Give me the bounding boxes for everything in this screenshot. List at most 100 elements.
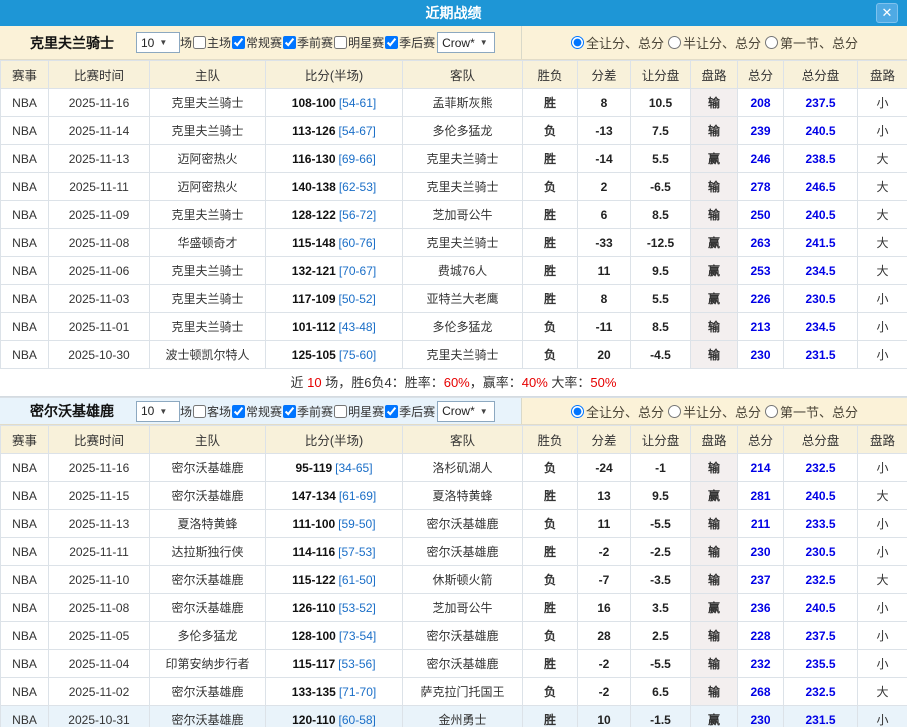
cell-home-team: 密尔沃基雄鹿 bbox=[150, 594, 266, 622]
filter-checkbox-item[interactable]: 明星赛 bbox=[333, 403, 384, 420]
cell-over-under: 小 bbox=[858, 313, 907, 341]
results-table: 赛事比赛时间主队比分(半场)客队胜负分差让分盘盘路总分总分盘盘路 NBA2025… bbox=[0, 425, 907, 727]
filter-checkbox[interactable] bbox=[283, 36, 296, 49]
filter-checkbox[interactable] bbox=[193, 36, 206, 49]
cell-league: NBA bbox=[1, 510, 49, 538]
view-mode-radio-item[interactable]: 半让分、总分 bbox=[668, 33, 761, 52]
odds-company-select[interactable]: Crow*▼ bbox=[437, 32, 495, 53]
cell-home-team: 克里夫兰骑士 bbox=[150, 117, 266, 145]
filter-checkbox[interactable] bbox=[385, 405, 398, 418]
games-unit-label: 场 bbox=[180, 403, 192, 420]
view-mode-radio-item[interactable]: 半让分、总分 bbox=[668, 402, 761, 421]
table-row[interactable]: NBA2025-11-09克里夫兰骑士128-122[56-72]芝加哥公牛胜6… bbox=[1, 201, 907, 229]
column-header: 总分盘 bbox=[784, 426, 858, 454]
column-header: 盘路 bbox=[858, 426, 907, 454]
table-row[interactable]: NBA2025-11-11达拉斯独行侠114-116[57-53]密尔沃基雄鹿胜… bbox=[1, 538, 907, 566]
view-mode-radio[interactable] bbox=[765, 36, 778, 49]
cell-result: 胜 bbox=[523, 285, 578, 313]
filter-checkbox-item[interactable]: 常规赛 bbox=[231, 403, 282, 420]
table-row[interactable]: NBA2025-11-03克里夫兰骑士117-109[50-52]亚特兰大老鹰胜… bbox=[1, 285, 907, 313]
filter-checkbox-item[interactable]: 常规赛 bbox=[231, 34, 282, 51]
filter-checkbox[interactable] bbox=[193, 405, 206, 418]
table-row[interactable]: NBA2025-11-16克里夫兰骑士108-100[54-61]孟菲斯灰熊胜8… bbox=[1, 89, 907, 117]
table-row[interactable]: NBA2025-11-15密尔沃基雄鹿147-134[61-69]夏洛特黄蜂胜1… bbox=[1, 482, 907, 510]
cell-handicap-result: 输 bbox=[691, 454, 738, 482]
table-row[interactable]: NBA2025-11-01克里夫兰骑士101-112[43-48]多伦多猛龙负-… bbox=[1, 313, 907, 341]
cell-result: 胜 bbox=[523, 594, 578, 622]
cell-away-team: 克里夫兰骑士 bbox=[403, 145, 523, 173]
table-row[interactable]: NBA2025-10-30波士顿凯尔特人125-105[75-60]克里夫兰骑士… bbox=[1, 341, 907, 369]
close-icon[interactable]: ✕ bbox=[876, 3, 898, 23]
cell-score: 116-130[69-66] bbox=[266, 145, 403, 173]
view-mode-radio[interactable] bbox=[765, 405, 778, 418]
filter-checkbox-item[interactable]: 季后赛 bbox=[384, 403, 435, 420]
cell-league: NBA bbox=[1, 678, 49, 706]
table-row[interactable]: NBA2025-11-04印第安纳步行者115-117[53-56]密尔沃基雄鹿… bbox=[1, 650, 907, 678]
cell-handicap-result: 输 bbox=[691, 650, 738, 678]
cell-date: 2025-11-11 bbox=[49, 538, 150, 566]
column-header: 胜负 bbox=[523, 61, 578, 89]
cell-away-team: 多伦多猛龙 bbox=[403, 117, 523, 145]
view-mode-radio[interactable] bbox=[668, 405, 681, 418]
table-row[interactable]: NBA2025-11-14克里夫兰骑士113-126[54-67]多伦多猛龙负-… bbox=[1, 117, 907, 145]
table-row[interactable]: NBA2025-11-13迈阿密热火116-130[69-66]克里夫兰骑士胜-… bbox=[1, 145, 907, 173]
table-row[interactable]: NBA2025-11-02密尔沃基雄鹿133-135[71-70]萨克拉门托国王… bbox=[1, 678, 907, 706]
table-row[interactable]: NBA2025-11-08密尔沃基雄鹿126-110[53-52]芝加哥公牛胜1… bbox=[1, 594, 907, 622]
filter-checkbox-label: 季后赛 bbox=[399, 403, 435, 420]
filter-controls: 克里夫兰骑士 10▼ 场 主场常规赛季前赛明星赛季后赛 Crow*▼ bbox=[0, 26, 522, 59]
view-mode-radio[interactable] bbox=[571, 36, 584, 49]
table-row[interactable]: NBA2025-11-13夏洛特黄蜂111-100[59-50]密尔沃基雄鹿负1… bbox=[1, 510, 907, 538]
table-header-row: 赛事比赛时间主队比分(半场)客队胜负分差让分盘盘路总分总分盘盘路 bbox=[1, 426, 907, 454]
filter-checkbox[interactable] bbox=[385, 36, 398, 49]
filter-checkbox[interactable] bbox=[334, 405, 347, 418]
table-row[interactable]: NBA2025-11-08华盛顿奇才115-148[60-76]克里夫兰骑士胜-… bbox=[1, 229, 907, 257]
column-header: 赛事 bbox=[1, 61, 49, 89]
cell-over-under: 大 bbox=[858, 229, 907, 257]
table-row[interactable]: NBA2025-10-31密尔沃基雄鹿120-110[60-58]金州勇士胜10… bbox=[1, 706, 907, 727]
filter-checkbox-item[interactable]: 季前赛 bbox=[282, 34, 333, 51]
filter-checkbox[interactable] bbox=[232, 36, 245, 49]
table-row[interactable]: NBA2025-11-16密尔沃基雄鹿95-119[34-65]洛杉矶湖人负-2… bbox=[1, 454, 907, 482]
column-header: 比分(半场) bbox=[266, 61, 403, 89]
view-mode-radio-item[interactable]: 全让分、总分 bbox=[571, 33, 664, 52]
cell-point-diff: -11 bbox=[578, 313, 631, 341]
filter-checkbox[interactable] bbox=[283, 405, 296, 418]
cell-league: NBA bbox=[1, 650, 49, 678]
filter-checkbox-label: 客场 bbox=[207, 403, 231, 420]
cell-league: NBA bbox=[1, 89, 49, 117]
cell-point-diff: 2 bbox=[578, 173, 631, 201]
cell-handicap-line: -12.5 bbox=[631, 229, 691, 257]
half-time-score: [61-69] bbox=[339, 489, 376, 503]
odds-company-value: Crow* bbox=[442, 36, 475, 50]
games-count-select[interactable]: 10▼ bbox=[136, 32, 180, 53]
cell-league: NBA bbox=[1, 538, 49, 566]
titlebar: 近期战绩 ✕ bbox=[0, 0, 907, 26]
table-row[interactable]: NBA2025-11-10密尔沃基雄鹿115-122[61-50]休斯顿火箭负-… bbox=[1, 566, 907, 594]
odds-company-select[interactable]: Crow*▼ bbox=[437, 401, 495, 422]
filter-checkbox-item[interactable]: 主场 bbox=[192, 34, 231, 51]
games-count-select[interactable]: 10▼ bbox=[136, 401, 180, 422]
filter-checkbox-item[interactable]: 客场 bbox=[192, 403, 231, 420]
filter-checkbox[interactable] bbox=[334, 36, 347, 49]
view-mode-radio-item[interactable]: 第一节、总分 bbox=[765, 33, 858, 52]
cell-over-under: 小 bbox=[858, 650, 907, 678]
filter-checkbox[interactable] bbox=[232, 405, 245, 418]
filter-checkbox-item[interactable]: 季后赛 bbox=[384, 34, 435, 51]
table-row[interactable]: NBA2025-11-05多伦多猛龙128-100[73-54]密尔沃基雄鹿负2… bbox=[1, 622, 907, 650]
cell-handicap-line: -5.5 bbox=[631, 650, 691, 678]
table-row[interactable]: NBA2025-11-11迈阿密热火140-138[62-53]克里夫兰骑士负2… bbox=[1, 173, 907, 201]
view-mode-radio-item[interactable]: 全让分、总分 bbox=[571, 402, 664, 421]
cell-home-team: 密尔沃基雄鹿 bbox=[150, 706, 266, 727]
cell-handicap-result: 输 bbox=[691, 201, 738, 229]
filter-checkbox-item[interactable]: 季前赛 bbox=[282, 403, 333, 420]
view-mode-radio[interactable] bbox=[571, 405, 584, 418]
cell-total-points: 246 bbox=[738, 145, 784, 173]
half-time-score: [71-70] bbox=[339, 685, 376, 699]
cell-handicap-line: 6.5 bbox=[631, 678, 691, 706]
view-mode-radio[interactable] bbox=[668, 36, 681, 49]
table-row[interactable]: NBA2025-11-06克里夫兰骑士132-121[70-67]费城76人胜1… bbox=[1, 257, 907, 285]
cell-away-team: 密尔沃基雄鹿 bbox=[403, 622, 523, 650]
view-mode-radio-item[interactable]: 第一节、总分 bbox=[765, 402, 858, 421]
cell-point-diff: -33 bbox=[578, 229, 631, 257]
filter-checkbox-item[interactable]: 明星赛 bbox=[333, 34, 384, 51]
